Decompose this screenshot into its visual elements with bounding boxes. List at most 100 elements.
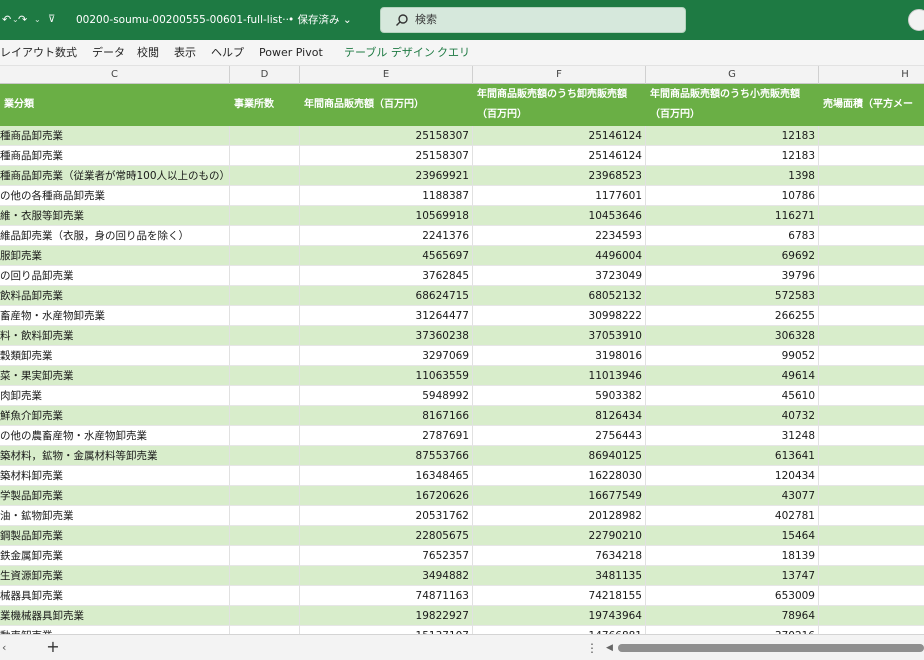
cell-floor-area[interactable] <box>819 186 924 206</box>
cell-industry[interactable]: 飲料品卸売業 <box>0 286 230 306</box>
cell-wholesale-sales[interactable]: 19743964 <box>473 606 646 626</box>
cell-floor-area[interactable] <box>819 546 924 566</box>
customize-toolbar-icon[interactable]: ⊽ <box>48 0 60 40</box>
cell-floor-area[interactable] <box>819 266 924 286</box>
cell-wholesale-sales[interactable]: 10453646 <box>473 206 646 226</box>
cell-industry[interactable]: 械器具卸売業 <box>0 586 230 606</box>
cell-retail-sales[interactable]: 12183 <box>646 126 819 146</box>
cell-retail-sales[interactable]: 13747 <box>646 566 819 586</box>
add-sheet-button[interactable]: + <box>44 635 62 659</box>
column-header-c[interactable]: C <box>0 66 230 84</box>
cell-floor-area[interactable] <box>819 486 924 506</box>
cell-retail-sales[interactable]: 306328 <box>646 326 819 346</box>
more-options-icon[interactable]: ⋮ <box>586 635 598 660</box>
tab-power-pivot[interactable]: Power Pivot <box>259 40 323 66</box>
cell-establishments[interactable] <box>230 586 300 606</box>
cell-industry[interactable]: 学製品卸売業 <box>0 486 230 506</box>
cell-wholesale-sales[interactable]: 74218155 <box>473 586 646 606</box>
cell-annual-sales[interactable]: 7652357 <box>300 546 473 566</box>
cell-retail-sales[interactable]: 69692 <box>646 246 819 266</box>
cell-floor-area[interactable] <box>819 386 924 406</box>
cell-annual-sales[interactable]: 25158307 <box>300 146 473 166</box>
cell-annual-sales[interactable]: 3762845 <box>300 266 473 286</box>
tab-review[interactable]: 校閲 <box>137 40 159 66</box>
cell-wholesale-sales[interactable]: 37053910 <box>473 326 646 346</box>
cell-establishments[interactable] <box>230 326 300 346</box>
cell-industry[interactable]: 油・鉱物卸売業 <box>0 506 230 526</box>
cell-retail-sales[interactable]: 370216 <box>646 626 819 634</box>
cell-annual-sales[interactable]: 16348465 <box>300 466 473 486</box>
cell-annual-sales[interactable]: 74871163 <box>300 586 473 606</box>
cell-establishments[interactable] <box>230 226 300 246</box>
cell-wholesale-sales[interactable]: 16677549 <box>473 486 646 506</box>
cell-retail-sales[interactable]: 39796 <box>646 266 819 286</box>
cell-wholesale-sales[interactable]: 86940125 <box>473 446 646 466</box>
cell-floor-area[interactable] <box>819 446 924 466</box>
cell-annual-sales[interactable]: 2241376 <box>300 226 473 246</box>
cell-wholesale-sales[interactable]: 3481135 <box>473 566 646 586</box>
cell-establishments[interactable] <box>230 366 300 386</box>
cell-wholesale-sales[interactable]: 2756443 <box>473 426 646 446</box>
cell-retail-sales[interactable]: 120434 <box>646 466 819 486</box>
cell-wholesale-sales[interactable]: 20128982 <box>473 506 646 526</box>
cell-floor-area[interactable] <box>819 466 924 486</box>
cell-industry[interactable]: 料・飲料卸売業 <box>0 326 230 346</box>
cell-retail-sales[interactable]: 572583 <box>646 286 819 306</box>
cell-establishments[interactable] <box>230 126 300 146</box>
cell-retail-sales[interactable]: 10786 <box>646 186 819 206</box>
cell-establishments[interactable] <box>230 446 300 466</box>
cell-annual-sales[interactable]: 19822927 <box>300 606 473 626</box>
cell-floor-area[interactable] <box>819 346 924 366</box>
cell-retail-sales[interactable]: 6783 <box>646 226 819 246</box>
cell-establishments[interactable] <box>230 546 300 566</box>
cell-wholesale-sales[interactable]: 2234593 <box>473 226 646 246</box>
column-header-d[interactable]: D <box>230 66 300 84</box>
avatar[interactable] <box>908 9 924 31</box>
cell-annual-sales[interactable]: 15137107 <box>300 626 473 634</box>
cell-annual-sales[interactable]: 87553766 <box>300 446 473 466</box>
cell-establishments[interactable] <box>230 506 300 526</box>
cell-annual-sales[interactable]: 20531762 <box>300 506 473 526</box>
cell-wholesale-sales[interactable]: 25146124 <box>473 146 646 166</box>
cell-annual-sales[interactable]: 68624715 <box>300 286 473 306</box>
horizontal-scrollbar[interactable] <box>618 644 924 652</box>
cell-wholesale-sales[interactable]: 22790210 <box>473 526 646 546</box>
cell-establishments[interactable] <box>230 566 300 586</box>
cell-establishments[interactable] <box>230 486 300 506</box>
tab-page-layout[interactable]: レイアウト <box>0 40 55 66</box>
cell-retail-sales[interactable]: 266255 <box>646 306 819 326</box>
cell-floor-area[interactable] <box>819 406 924 426</box>
cell-wholesale-sales[interactable]: 1177601 <box>473 186 646 206</box>
cell-establishments[interactable] <box>230 406 300 426</box>
header-establishments[interactable]: 事業所数 <box>230 84 300 126</box>
cell-industry[interactable]: 鋼製品卸売業 <box>0 526 230 546</box>
cell-floor-area[interactable] <box>819 246 924 266</box>
cell-industry[interactable]: 生資源卸売業 <box>0 566 230 586</box>
cell-establishments[interactable] <box>230 206 300 226</box>
cell-establishments[interactable] <box>230 346 300 366</box>
cell-annual-sales[interactable]: 5948992 <box>300 386 473 406</box>
cell-retail-sales[interactable]: 653009 <box>646 586 819 606</box>
cell-industry[interactable]: 築材料卸売業 <box>0 466 230 486</box>
cell-industry[interactable]: 種商品卸売業 <box>0 126 230 146</box>
cell-establishments[interactable] <box>230 166 300 186</box>
cell-retail-sales[interactable]: 99052 <box>646 346 819 366</box>
cell-industry[interactable]: 維・衣服等卸売業 <box>0 206 230 226</box>
cell-industry[interactable]: 肉卸売業 <box>0 386 230 406</box>
header-wholesale-sales[interactable]: 年間商品販売額のうち卸売販売額（百万円） <box>473 84 646 126</box>
tab-data[interactable]: データ <box>92 40 125 66</box>
cell-retail-sales[interactable]: 40732 <box>646 406 819 426</box>
cell-industry[interactable]: 鮮魚介卸売業 <box>0 406 230 426</box>
cell-wholesale-sales[interactable]: 3723049 <box>473 266 646 286</box>
cell-wholesale-sales[interactable]: 11013946 <box>473 366 646 386</box>
cell-annual-sales[interactable]: 1188387 <box>300 186 473 206</box>
cell-floor-area[interactable] <box>819 366 924 386</box>
cell-retail-sales[interactable]: 18139 <box>646 546 819 566</box>
scroll-arrow-left-icon[interactable]: ◀ <box>606 635 613 660</box>
cell-floor-area[interactable] <box>819 126 924 146</box>
cell-floor-area[interactable] <box>819 586 924 606</box>
cell-industry[interactable]: 維品卸売業（衣服，身の回り品を除く） <box>0 226 230 246</box>
cell-industry[interactable]: 種商品卸売業（従業者が常時100人以上のもの） <box>0 166 230 186</box>
cell-retail-sales[interactable]: 1398 <box>646 166 819 186</box>
cell-establishments[interactable] <box>230 246 300 266</box>
